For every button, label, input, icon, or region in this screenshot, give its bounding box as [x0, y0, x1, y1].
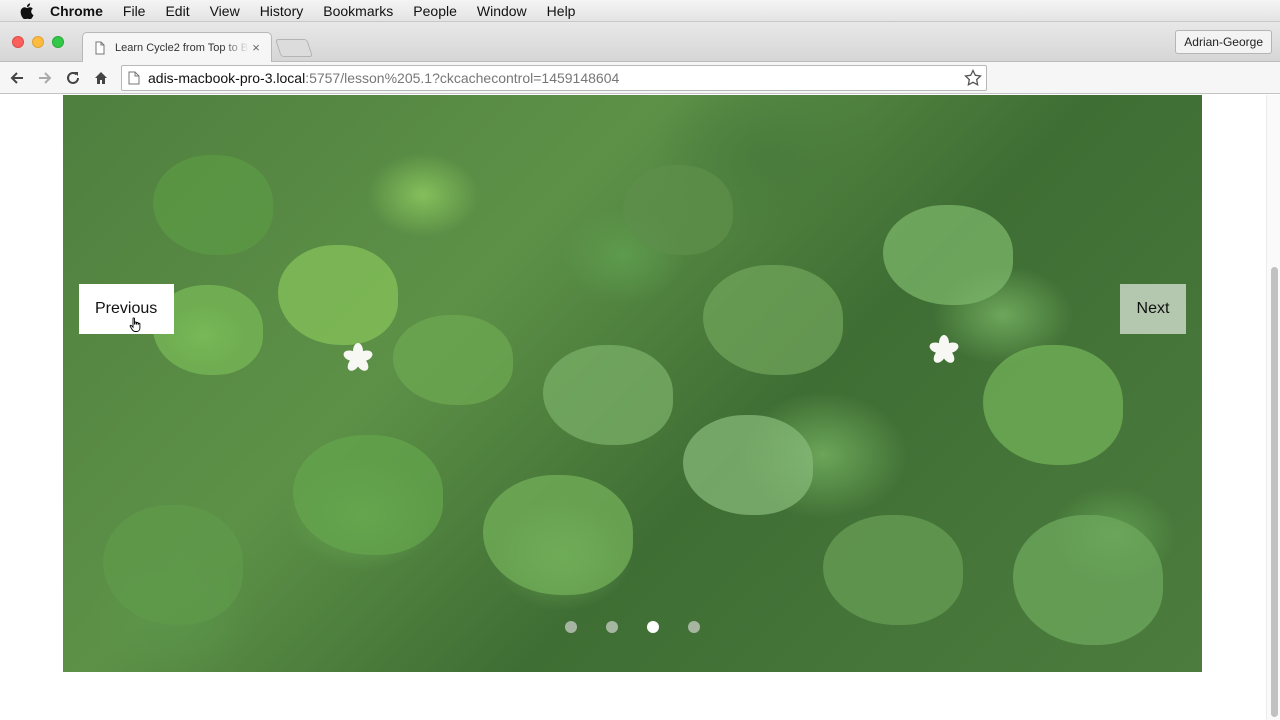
new-tab-button[interactable]: [275, 39, 313, 57]
menu-history[interactable]: History: [260, 3, 304, 19]
slideshow-pager: [63, 621, 1202, 635]
browser-toolbar: adis-macbook-pro-3.local :5757/lesson%20…: [0, 62, 1280, 149]
next-label: Next: [1136, 300, 1170, 317]
previous-label: Previous: [95, 300, 158, 317]
address-bar[interactable]: adis-macbook-pro-3.local :5757/lesson%20…: [121, 65, 987, 91]
browser-tab[interactable]: Learn Cycle2 from Top to Bottom ×: [82, 32, 272, 62]
menu-help[interactable]: Help: [547, 3, 576, 19]
star-icon[interactable]: [962, 67, 984, 89]
pager-dot[interactable]: [606, 621, 618, 633]
page-icon: [93, 41, 107, 55]
window-maximize-button[interactable]: [52, 36, 64, 48]
tab-title: Learn Cycle2 from Top to Bottom: [115, 41, 249, 54]
pager-dot[interactable]: [565, 621, 577, 633]
menu-window[interactable]: Window: [477, 3, 527, 19]
hand-cursor-icon: [129, 317, 141, 333]
scrollbar-thumb[interactable]: [1271, 267, 1278, 717]
vertical-scrollbar[interactable]: [1266, 95, 1280, 720]
profile-button[interactable]: Adrian-George: [1175, 30, 1272, 54]
previous-button[interactable]: Previous: [79, 284, 174, 334]
arrow-left-icon[interactable]: [3, 64, 31, 92]
menu-bookmarks[interactable]: Bookmarks: [323, 3, 393, 19]
menu-file[interactable]: File: [123, 3, 146, 19]
menu-people[interactable]: People: [413, 3, 457, 19]
arrow-right-icon[interactable]: [31, 64, 59, 92]
tab-close-icon[interactable]: ×: [249, 40, 263, 55]
menu-view[interactable]: View: [210, 3, 240, 19]
reload-icon[interactable]: [59, 64, 87, 92]
url-host: adis-macbook-pro-3.local: [148, 70, 306, 86]
page-viewport: Previous Next: [0, 95, 1280, 720]
window-close-button[interactable]: [12, 36, 24, 48]
url-path: :5757/lesson%205.1?ckcachecontrol=145914…: [305, 70, 620, 86]
menu-edit[interactable]: Edit: [165, 3, 189, 19]
pager-dot[interactable]: [647, 621, 659, 633]
next-button[interactable]: Next: [1120, 284, 1186, 334]
cycle-slideshow: Previous Next: [63, 95, 1202, 672]
page-info-icon[interactable]: [128, 71, 140, 85]
window-minimize-button[interactable]: [32, 36, 44, 48]
window-titlebar: Learn Cycle2 from Top to Bottom × Adrian…: [0, 22, 1280, 62]
pager-dot[interactable]: [688, 621, 700, 633]
menu-chrome[interactable]: Chrome: [50, 3, 103, 19]
macos-menubar: Chrome File Edit View History Bookmarks …: [0, 0, 1280, 22]
home-icon[interactable]: [87, 64, 115, 92]
apple-icon[interactable]: [18, 0, 36, 22]
